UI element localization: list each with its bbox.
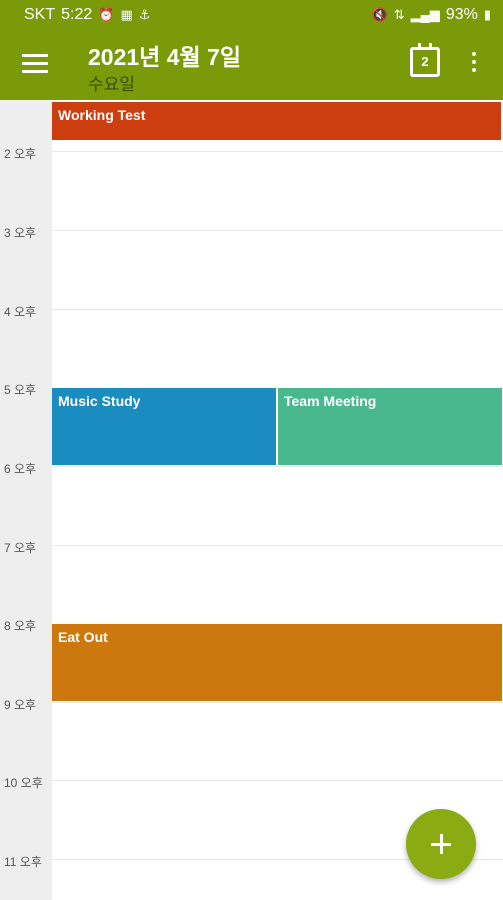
event-working-test[interactable]: Working Test (52, 102, 501, 140)
carrier-label: SKT (24, 6, 56, 23)
hour-line (52, 545, 503, 546)
hour-label: 4 오후 (4, 305, 37, 319)
alarm-icon: ⏰ (98, 7, 115, 22)
battery-icon: ▮ (483, 7, 491, 22)
lte-icon: ⇅ (393, 7, 405, 22)
clock: 5:22 (61, 6, 93, 23)
hour-label: 10 오후 (4, 776, 43, 790)
page-title: 2021년 4월 7일 (88, 44, 242, 70)
hour-label: 9 오후 (4, 698, 37, 712)
hour-line (52, 309, 503, 310)
event-eat-out[interactable]: Eat Out (52, 624, 502, 701)
day-subtitle: 수요일 (88, 75, 135, 94)
event-team-meeting[interactable]: Team Meeting (278, 388, 502, 465)
add-event-button[interactable] (406, 809, 476, 879)
event-music-study[interactable]: Music Study (52, 388, 276, 465)
today-number: 2 (421, 54, 429, 69)
hour-line (52, 466, 503, 467)
hour-label: 7 오후 (4, 541, 37, 555)
calendar-today-icon[interactable]: 2 (410, 43, 440, 77)
battery-percent: 93% (445, 6, 478, 23)
hour-label: 11 오후 (4, 855, 42, 869)
signal-icon: ▂▄▆ (410, 7, 440, 22)
status-left: SKT 5:22 ⏰ ▦ ⚓ (24, 6, 150, 24)
status-right: 🔇 ⇅ ▂▄▆ 93% ▮ (372, 6, 492, 24)
hour-label: 6 오후 (4, 462, 37, 476)
hour-line (52, 230, 503, 231)
hour-label: 8 오후 (4, 619, 37, 633)
status-bar: SKT 5:22 ⏰ ▦ ⚓ 🔇 ⇅ ▂▄▆ 93% ▮ (0, 0, 503, 30)
app-header: SKT 5:22 ⏰ ▦ ⚓ 🔇 ⇅ ▂▄▆ 93% ▮ 2021년 4월 7일… (0, 0, 503, 100)
menu-icon[interactable] (22, 54, 48, 74)
hour-line (52, 702, 503, 703)
hour-label: 5 오후 (4, 383, 37, 397)
hour-label: 3 오후 (4, 226, 37, 240)
hour-label: 2 오후 (4, 147, 37, 161)
usb-icon: ⚓ (138, 7, 151, 22)
hour-line (52, 780, 503, 781)
more-options-icon[interactable] (468, 52, 480, 76)
data-saver-icon: ▦ (120, 7, 133, 22)
hour-line (52, 151, 503, 152)
mute-icon: 🔇 (371, 7, 388, 22)
